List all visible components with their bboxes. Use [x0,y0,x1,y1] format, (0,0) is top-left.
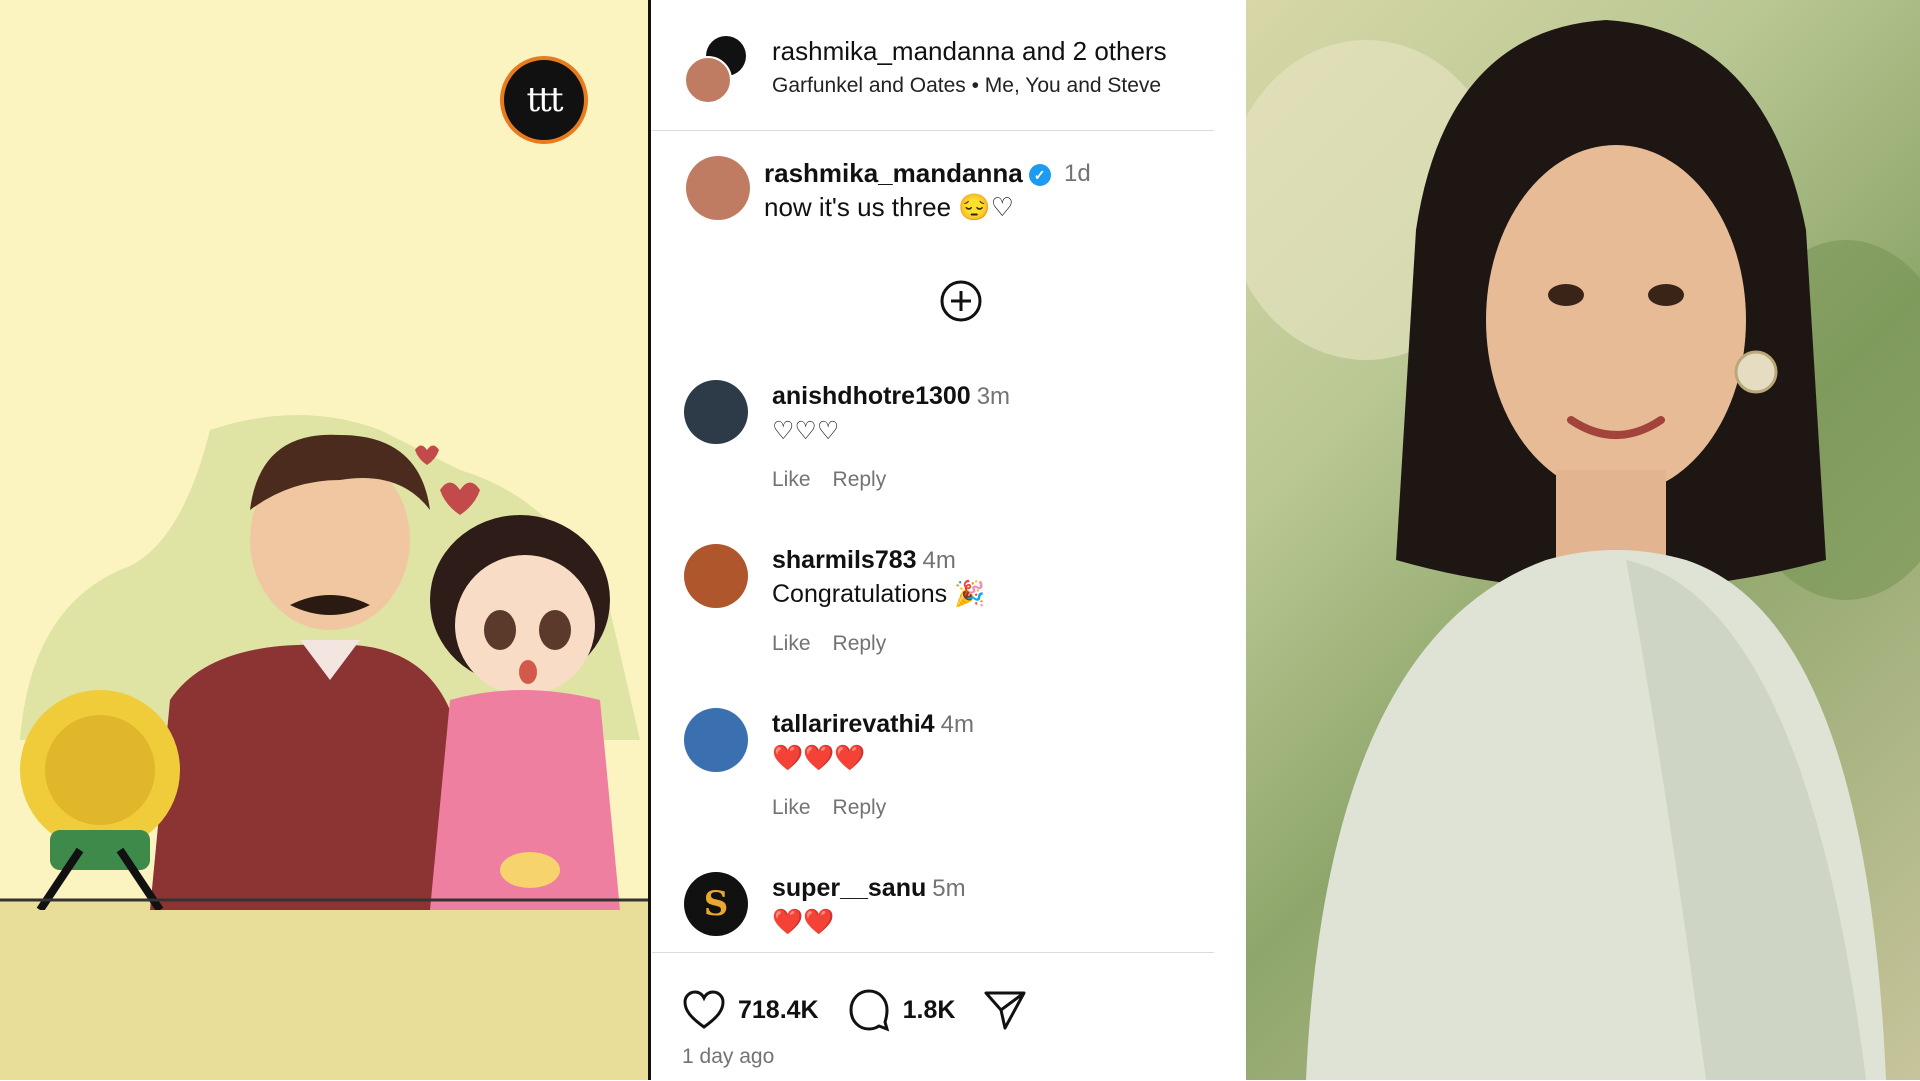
caption-username-row: rashmika_mandanna ✓ [764,158,1051,189]
comment-like-button[interactable]: Like [772,796,811,819]
couple-illustration [0,415,650,910]
comment-avatar[interactable] [684,380,748,444]
comment-username[interactable]: super__sanu [772,874,926,902]
comment-actions: Like Reply [772,632,908,656]
comment-actions: Like Reply [772,796,908,820]
post-title[interactable]: rashmika_mandanna and 2 others [772,36,1167,67]
comment-username[interactable]: sharmils783 [772,546,917,574]
image-divider [648,0,651,1080]
comment-text: ❤️❤️❤️ [772,744,866,772]
comment-like-button[interactable]: Like [772,632,811,655]
comments-panel: rashmika_mandanna and 2 others Garfunkel… [652,0,1214,1080]
comment-count[interactable]: 1.8K [903,996,956,1025]
share-send-icon[interactable] [983,989,1027,1031]
caption-text: now it's us three 😔♡ [764,192,1014,222]
comment-username[interactable]: anishdhotre1300 [772,382,971,410]
comment-avatar[interactable]: S [684,872,748,936]
like-heart-icon[interactable] [682,990,726,1030]
caption-avatar[interactable] [686,156,750,220]
comment-reply-button[interactable]: Reply [833,796,887,819]
post-actions-row: 718.4K 1.8K [682,987,1027,1033]
post-image: ttt [0,0,651,1080]
post-timestamp: 1 day ago [682,1045,775,1068]
comment-like-button[interactable]: Like [772,468,811,491]
comment-actions: Like Reply [772,468,908,492]
caption-username[interactable]: rashmika_mandanna [764,158,1023,188]
like-count[interactable]: 718.4K [738,996,819,1025]
comment-item: sharmils783 4m Congratulations 🎉 Like Repl… [652,544,1214,704]
portrait-photo [1246,0,1920,1080]
post-actions-bar: 718.4K 1.8K 1 day ago [652,952,1214,1081]
collage-separator [1214,0,1246,1080]
comment-time: 3m [976,383,1011,410]
comment-item: tallarirevathi4 4m ❤️❤️❤️ Like Reply [652,708,1214,868]
creator-logo: ttt [500,56,588,144]
portrait-figure [1246,20,1920,1080]
comment-time: 4m [940,711,974,738]
comment-text: ❤️❤️ [772,908,835,936]
load-more-comments-icon[interactable] [940,280,982,322]
comment-username[interactable]: tallarirevathi4 [772,710,935,738]
post-header: rashmika_mandanna and 2 others Garfunkel… [652,0,1214,131]
comment-header: tallarirevathi4 4m [772,710,974,739]
comment-bubble-icon[interactable] [847,988,891,1032]
comment-avatar[interactable] [684,708,748,772]
comment-avatar[interactable] [684,544,748,608]
comment-reply-button[interactable]: Reply [833,632,887,655]
comment-header: super__sanu 5m [772,874,966,903]
collab-avatar-primary [684,56,732,104]
comment-text: Congratulations 🎉 [772,580,986,608]
post-image-floor [0,900,650,1080]
verified-badge-icon: ✓ [1028,164,1051,187]
comment-time: 4m [922,547,956,574]
comment-item: anishdhotre1300 3m ♡♡♡ Like Reply [652,380,1214,540]
comment-header: anishdhotre1300 3m [772,382,1010,411]
comment-time: 5m [932,875,966,902]
caption-time: 1d [1064,160,1091,187]
comment-reply-button[interactable]: Reply [833,468,887,491]
collab-avatars[interactable] [684,36,748,104]
comment-item: S super__sanu 5m ❤️❤️ [652,872,1214,950]
comment-text: ♡♡♡ [772,417,840,445]
comment-header: sharmils783 4m [772,546,956,575]
audio-track[interactable]: Garfunkel and Oates • Me, You and Steve [772,74,1161,98]
